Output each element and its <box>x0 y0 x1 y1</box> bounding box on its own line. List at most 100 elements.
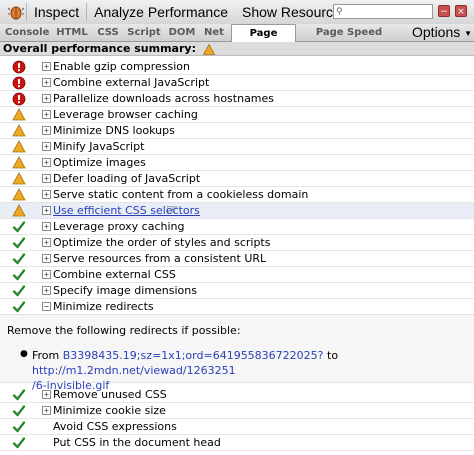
rule-label: Minimize DNS lookups <box>53 124 175 137</box>
rule-label: Combine external JavaScript <box>53 76 210 89</box>
rule-row-use-efficient-css-selectors[interactable]: + Use efficient CSS selectors ☞ <box>0 202 474 219</box>
redirect-details: Remove the following redirects if possib… <box>0 315 474 392</box>
expand-icon[interactable]: + <box>42 78 51 87</box>
warning-icon <box>12 108 26 122</box>
rule-label: Optimize images <box>53 156 146 169</box>
minimize-icon[interactable]: − <box>438 5 450 17</box>
hand-cursor-icon: ☞ <box>166 202 179 218</box>
expand-icon[interactable]: + <box>42 286 51 295</box>
search-input[interactable]: ⚲ <box>333 4 433 19</box>
firebug-toolbar: Inspect Analyze Performance Show Resourc… <box>0 0 474 25</box>
rule-row-minimize-dns-lookups[interactable]: + Minimize DNS lookups <box>0 123 474 139</box>
error-icon <box>12 92 26 106</box>
analyze-performance-button[interactable]: Analyze Performance <box>87 1 235 23</box>
rule-row-optimize-the-order-of-styles-and-scripts[interactable]: + Optimize the order of styles and script… <box>0 235 474 251</box>
rule-label: Specify image dimensions <box>53 284 197 297</box>
check-icon <box>12 268 26 282</box>
tab-css[interactable]: CSS <box>95 25 121 40</box>
rule-row-enable-gzip-compression[interactable]: + Enable gzip compression <box>0 59 474 75</box>
tab-dom[interactable]: DOM <box>168 25 196 40</box>
check-icon <box>12 300 26 314</box>
rule-row-optimize-images[interactable]: + Optimize images <box>0 155 474 171</box>
rule-label: Enable gzip compression <box>53 60 191 73</box>
expand-icon[interactable]: + <box>42 270 51 279</box>
expand-icon[interactable]: + <box>42 406 51 415</box>
expand-icon[interactable]: + <box>42 62 51 71</box>
rule-row-defer-loading-of-javascript[interactable]: + Defer loading of JavaScript <box>0 171 474 187</box>
check-icon <box>12 236 26 250</box>
inspect-button[interactable]: Inspect <box>27 1 86 23</box>
check-icon <box>12 388 26 402</box>
warning-icon <box>12 188 26 202</box>
rule-row-avoid-css-expressions[interactable]: Avoid CSS expressions <box>0 419 474 435</box>
tab-page-speed-activity[interactable]: Page Speed Activity <box>300 25 398 53</box>
tab-html[interactable]: HTML <box>56 25 88 40</box>
rule-row-combine-external-css[interactable]: + Combine external CSS <box>0 267 474 283</box>
rule-row-put-css-in-the-document-head[interactable]: Put CSS in the document head <box>0 435 474 451</box>
to-url-link-cont[interactable]: /6-invisible.gif <box>32 379 109 392</box>
warning-icon <box>12 172 26 186</box>
to-word: to <box>327 349 339 362</box>
expand-icon[interactable]: + <box>42 158 51 167</box>
check-icon <box>12 436 26 450</box>
warning-icon <box>12 156 26 170</box>
tab-script[interactable]: Script <box>127 25 161 40</box>
expand-icon[interactable]: + <box>42 174 51 183</box>
expand-icon[interactable]: + <box>42 254 51 263</box>
expand-icon[interactable]: + <box>42 190 51 199</box>
rule-label: Leverage proxy caching <box>53 220 185 233</box>
summary-title: Overall performance summary: <box>3 42 196 55</box>
bullet-icon: ● <box>20 349 28 359</box>
rule-row-serve-resources-from-a-consistent-url[interactable]: + Serve resources from a consistent URL <box>0 251 474 267</box>
warning-icon <box>12 204 26 218</box>
check-icon <box>12 284 26 298</box>
options-menu[interactable]: Options ▼ <box>412 24 472 41</box>
expand-icon[interactable]: + <box>42 238 51 247</box>
rule-row-leverage-proxy-caching[interactable]: + Leverage proxy caching <box>0 219 474 235</box>
check-icon <box>12 252 26 266</box>
rule-row-parallelize-downloads-across-hostnames[interactable]: + Parallelize downloads across hostnames <box>0 91 474 107</box>
rule-row-minimize-redirects[interactable]: − Minimize redirects <box>0 299 474 315</box>
tab-console[interactable]: Console <box>5 25 49 40</box>
rule-label: Leverage browser caching <box>53 108 198 121</box>
tab-page-speed[interactable]: Page Speed <box>231 24 296 56</box>
rule-row-minimize-cookie-size[interactable]: + Minimize cookie size <box>0 403 474 419</box>
rule-label: Parallelize downloads across hostnames <box>53 92 275 105</box>
rule-row-specify-image-dimensions[interactable]: + Specify image dimensions <box>0 283 474 299</box>
rule-label: Avoid CSS expressions <box>53 420 177 433</box>
rule-label: Minify JavaScript <box>53 140 145 153</box>
expand-icon[interactable]: + <box>42 126 51 135</box>
warning-icon <box>12 124 26 138</box>
rule-label: Serve static content from a cookieless d… <box>53 188 309 201</box>
to-url-link[interactable]: http://m1.2mdn.net/viewad/1263251 <box>32 364 236 377</box>
error-icon <box>12 60 26 74</box>
expand-icon[interactable]: + <box>42 94 51 103</box>
rule-label: Minimize cookie size <box>53 404 166 417</box>
expand-icon[interactable]: + <box>42 110 51 119</box>
panel-tabs: Console HTML CSS Script DOM Net Page Spe… <box>0 24 474 56</box>
check-icon <box>12 420 26 434</box>
expand-icon[interactable]: + <box>42 222 51 231</box>
check-icon <box>12 220 26 234</box>
from-word: From <box>32 349 60 362</box>
rule-label: Put CSS in the document head <box>53 436 221 449</box>
rule-row-serve-static-content-from-a-cookieless-domain[interactable]: + Serve static content from a cookieless … <box>0 187 474 203</box>
chevron-down-icon: ▼ <box>464 28 473 38</box>
expand-icon[interactable]: + <box>42 142 51 151</box>
rule-row-minify-javascript[interactable]: + Minify JavaScript <box>0 139 474 155</box>
tab-net[interactable]: Net <box>202 25 226 40</box>
expand-icon[interactable]: + <box>42 206 51 215</box>
options-label: Options <box>412 24 461 40</box>
redirect-entry: From B3398435.19;sz=1x1;ord=641955836722… <box>32 348 472 393</box>
rule-row-leverage-browser-caching[interactable]: + Leverage browser caching <box>0 107 474 123</box>
search-icon: ⚲ <box>336 6 343 17</box>
rule-label: Minimize redirects <box>53 300 154 313</box>
from-url-link[interactable]: B3398435.19;sz=1x1;ord=641955836722025? <box>63 349 324 362</box>
firebug-icon[interactable] <box>6 2 26 22</box>
close-icon[interactable]: × <box>455 5 467 17</box>
performance-summary-header: Overall performance summary: <box>0 42 474 56</box>
rule-row-combine-external-javascript[interactable]: + Combine external JavaScript <box>0 75 474 91</box>
rule-label: Serve resources from a consistent URL <box>53 252 267 265</box>
rule-label: Combine external CSS <box>53 268 176 281</box>
collapse-icon[interactable]: − <box>42 302 51 311</box>
